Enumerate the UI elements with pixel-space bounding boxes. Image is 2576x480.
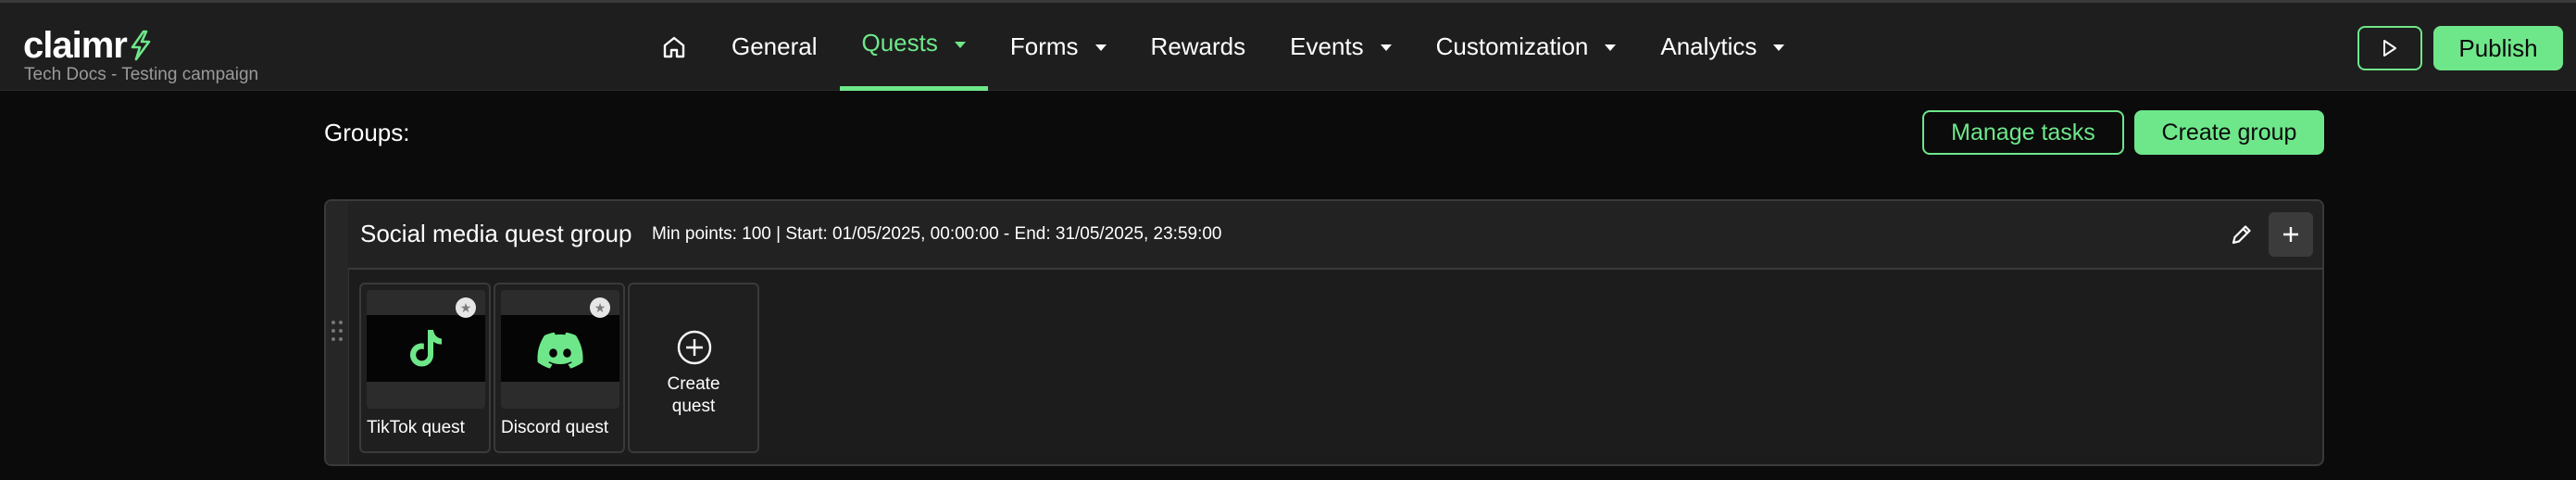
nav-label: Analytics bbox=[1660, 32, 1757, 60]
create-quest-label: Create quest bbox=[630, 373, 757, 418]
quest-card-tiktok[interactable]: ★ TikTok quest bbox=[359, 283, 491, 453]
groups-heading: Groups: bbox=[324, 119, 410, 146]
publish-button[interactable]: Publish bbox=[2433, 26, 2563, 70]
create-quest-label-line2: quest bbox=[671, 397, 716, 416]
chevron-down-icon bbox=[1380, 44, 1392, 51]
nav-general[interactable]: General bbox=[709, 3, 840, 91]
plus-circle-icon bbox=[677, 330, 712, 365]
chevron-down-icon bbox=[1773, 44, 1785, 51]
featured-star-icon[interactable]: ★ bbox=[456, 297, 476, 318]
nav-label: Quests bbox=[861, 29, 938, 57]
quest-thumbnail: ★ bbox=[501, 290, 619, 409]
quest-card-discord[interactable]: ★ Discord quest bbox=[494, 283, 625, 453]
add-quest-button[interactable] bbox=[2269, 212, 2313, 257]
preview-button[interactable] bbox=[2357, 26, 2422, 70]
nav-forms[interactable]: Forms bbox=[988, 3, 1129, 91]
plus-icon bbox=[2283, 227, 2298, 242]
lightning-bolt-icon bbox=[131, 30, 151, 61]
quest-thumbnail: ★ bbox=[367, 290, 485, 409]
nav-events[interactable]: Events bbox=[1268, 3, 1414, 91]
nav-label: Rewards bbox=[1150, 32, 1246, 60]
create-quest-label-line1: Create bbox=[667, 374, 720, 394]
logo-text: claimr bbox=[23, 25, 128, 66]
drag-handle-icon[interactable] bbox=[330, 319, 344, 343]
nav-home[interactable] bbox=[639, 3, 709, 91]
quest-title: Discord quest bbox=[501, 418, 609, 437]
nav-analytics[interactable]: Analytics bbox=[1638, 3, 1807, 91]
nav-customization[interactable]: Customization bbox=[1414, 3, 1639, 91]
quest-group-card: Social media quest group Min points: 100… bbox=[324, 199, 2324, 466]
chevron-down-icon bbox=[954, 42, 966, 48]
app-logo[interactable]: claimr bbox=[23, 27, 153, 64]
featured-star-icon[interactable]: ★ bbox=[590, 297, 610, 318]
campaign-name: Tech Docs - Testing campaign bbox=[24, 65, 259, 84]
nav-label: Customization bbox=[1435, 32, 1589, 60]
chevron-down-icon bbox=[1605, 44, 1617, 51]
group-header: Social media quest group Min points: 100… bbox=[348, 201, 2322, 270]
create-quest-card[interactable]: Create quest bbox=[628, 283, 759, 453]
discord-icon bbox=[537, 332, 583, 369]
nav-label: Events bbox=[1290, 32, 1364, 60]
manage-tasks-button[interactable]: Manage tasks bbox=[1922, 110, 2124, 155]
group-details: Min points: 100 | Start: 01/05/2025, 00:… bbox=[652, 224, 1222, 244]
nav-label: General bbox=[732, 32, 818, 60]
quest-title: TikTok quest bbox=[367, 418, 465, 437]
create-group-button[interactable]: Create group bbox=[2134, 110, 2324, 155]
top-navigation-bar: claimr Tech Docs - Testing campaign Gene… bbox=[0, 0, 2576, 91]
chevron-down-icon bbox=[1094, 44, 1107, 51]
group-title: Social media quest group bbox=[360, 220, 632, 247]
home-icon bbox=[663, 36, 685, 57]
nav-rewards[interactable]: Rewards bbox=[1129, 3, 1269, 91]
nav-label: Forms bbox=[1009, 32, 1079, 60]
drag-strip[interactable] bbox=[326, 201, 349, 464]
main-nav: General Quests Forms Rewards Events Cust… bbox=[639, 3, 1807, 91]
pencil-icon[interactable] bbox=[2228, 221, 2256, 248]
nav-quests[interactable]: Quests bbox=[839, 3, 989, 91]
play-icon bbox=[2383, 40, 2396, 57]
tiktok-icon bbox=[410, 330, 442, 367]
